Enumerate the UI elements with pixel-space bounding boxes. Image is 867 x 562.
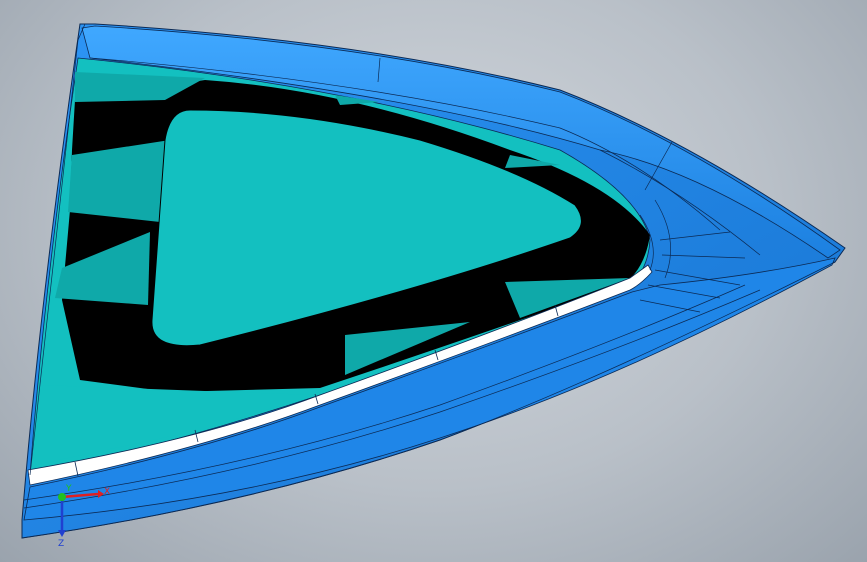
3d-model-view[interactable]: X Y Z bbox=[0, 0, 867, 562]
z-axis-label: Z bbox=[58, 539, 64, 549]
graphics-viewport[interactable]: X Y Z bbox=[0, 0, 867, 562]
y-axis-dot bbox=[58, 493, 66, 501]
y-axis-label: Y bbox=[65, 484, 72, 494]
x-axis-label: X bbox=[104, 487, 110, 497]
